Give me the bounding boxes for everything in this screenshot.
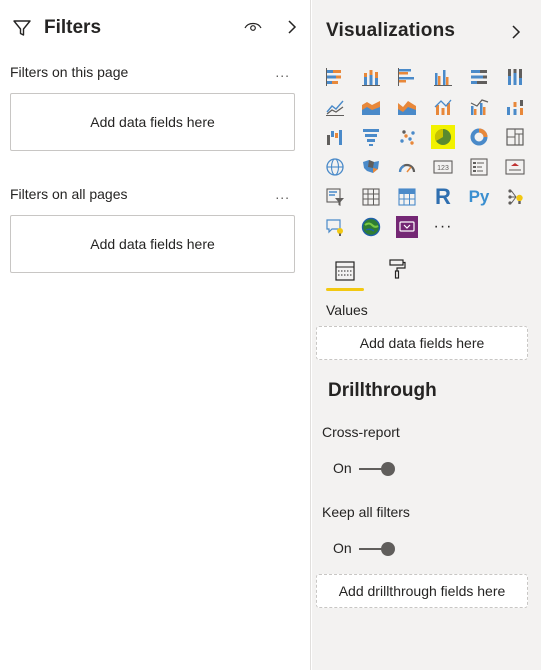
cross-report-toggle-state: On bbox=[333, 460, 352, 476]
gauge-icon[interactable] bbox=[395, 155, 419, 179]
keep-all-filters-toggle-knob bbox=[381, 542, 395, 556]
cross-report-toggle-knob bbox=[381, 462, 395, 476]
cross-report-toggle[interactable]: On bbox=[333, 459, 403, 479]
more-visuals-label: ··· bbox=[433, 218, 453, 235]
arcgis-map-icon[interactable] bbox=[359, 215, 383, 239]
tab-fields[interactable] bbox=[326, 255, 364, 291]
treemap-icon[interactable] bbox=[503, 125, 527, 149]
keep-all-filters-toggle[interactable]: On bbox=[333, 539, 403, 559]
stacked-bar-chart-icon[interactable] bbox=[323, 65, 347, 89]
filters-on-all-pages-more-button[interactable]: ... bbox=[275, 186, 290, 202]
filters-on-this-page-label: Filters on this page bbox=[10, 64, 129, 80]
visualizations-pane: Visualizations 123 R Py ··· Values Add d… bbox=[312, 0, 541, 670]
line-chart-icon[interactable] bbox=[323, 95, 347, 119]
card-icon[interactable]: 123 bbox=[431, 155, 455, 179]
100-stacked-bar-chart-icon[interactable] bbox=[467, 65, 491, 89]
filters-on-all-pages-drop-well[interactable]: Add data fields here bbox=[10, 215, 295, 273]
kpi-icon[interactable] bbox=[503, 155, 527, 179]
drillthrough-drop-well[interactable]: Add drillthrough fields here bbox=[316, 574, 528, 608]
drillthrough-heading: Drillthrough bbox=[328, 380, 437, 401]
paint-roller-icon bbox=[389, 259, 406, 279]
tab-format[interactable] bbox=[378, 255, 416, 291]
funnel-chart-icon[interactable] bbox=[359, 125, 383, 149]
python-visual-icon[interactable]: Py bbox=[467, 185, 491, 209]
filters-on-all-pages-label: Filters on all pages bbox=[10, 186, 128, 202]
filters-header: Filters bbox=[12, 14, 298, 44]
collapse-visualizations-chevron-icon[interactable] bbox=[510, 24, 522, 45]
line-and-stacked-column-chart-icon[interactable] bbox=[431, 95, 455, 119]
python-label: Py bbox=[468, 187, 490, 206]
pie-chart-icon[interactable] bbox=[431, 125, 455, 149]
r-script-visual-icon[interactable]: R bbox=[431, 184, 455, 209]
qa-visual-icon[interactable] bbox=[323, 215, 347, 239]
filters-title: Filters bbox=[44, 17, 102, 38]
slicer-icon[interactable] bbox=[323, 185, 347, 209]
donut-chart-icon[interactable] bbox=[467, 125, 491, 149]
clustered-column-chart-icon[interactable] bbox=[431, 65, 455, 89]
keep-all-filters-toggle-state: On bbox=[333, 540, 352, 556]
multi-row-card-icon[interactable] bbox=[467, 155, 491, 179]
values-drop-well[interactable]: Add data fields here bbox=[316, 326, 528, 360]
line-and-clustered-column-chart-icon[interactable] bbox=[467, 95, 491, 119]
fields-well-icon bbox=[335, 261, 355, 281]
scatter-chart-icon[interactable] bbox=[395, 125, 419, 149]
filters-on-this-page-drop-well[interactable]: Add data fields here bbox=[10, 93, 295, 151]
cross-report-label: Cross-report bbox=[322, 424, 400, 440]
clustered-bar-chart-icon[interactable] bbox=[395, 65, 419, 89]
filters-pane: Filters Filters on this page ... Add dat… bbox=[0, 0, 311, 670]
stacked-column-chart-icon[interactable] bbox=[359, 65, 383, 89]
collapse-filters-chevron-icon[interactable] bbox=[286, 19, 298, 40]
keep-all-filters-label: Keep all filters bbox=[322, 504, 410, 520]
visual-pane-tabs bbox=[326, 255, 426, 291]
area-chart-icon[interactable] bbox=[359, 95, 383, 119]
100-stacked-column-chart-icon[interactable] bbox=[503, 65, 527, 89]
filter-funnel-icon bbox=[12, 18, 32, 43]
eye-icon[interactable] bbox=[244, 20, 262, 39]
filters-on-this-page-more-button[interactable]: ... bbox=[275, 64, 290, 80]
ribbon-chart-icon[interactable] bbox=[503, 95, 527, 119]
filled-map-icon[interactable] bbox=[359, 155, 383, 179]
more-visuals-icon[interactable]: ··· bbox=[431, 215, 455, 239]
waterfall-chart-icon[interactable] bbox=[323, 125, 347, 149]
table-icon[interactable] bbox=[359, 185, 383, 209]
r-script-label: R bbox=[435, 184, 451, 209]
stacked-area-chart-icon[interactable] bbox=[395, 95, 419, 119]
matrix-icon[interactable] bbox=[395, 185, 419, 209]
visualizations-title: Visualizations bbox=[326, 20, 456, 41]
key-influencers-icon[interactable] bbox=[503, 185, 527, 209]
values-label: Values bbox=[326, 302, 368, 318]
power-apps-icon[interactable] bbox=[395, 215, 419, 239]
svg-text:123: 123 bbox=[437, 165, 449, 172]
map-icon[interactable] bbox=[323, 155, 347, 179]
